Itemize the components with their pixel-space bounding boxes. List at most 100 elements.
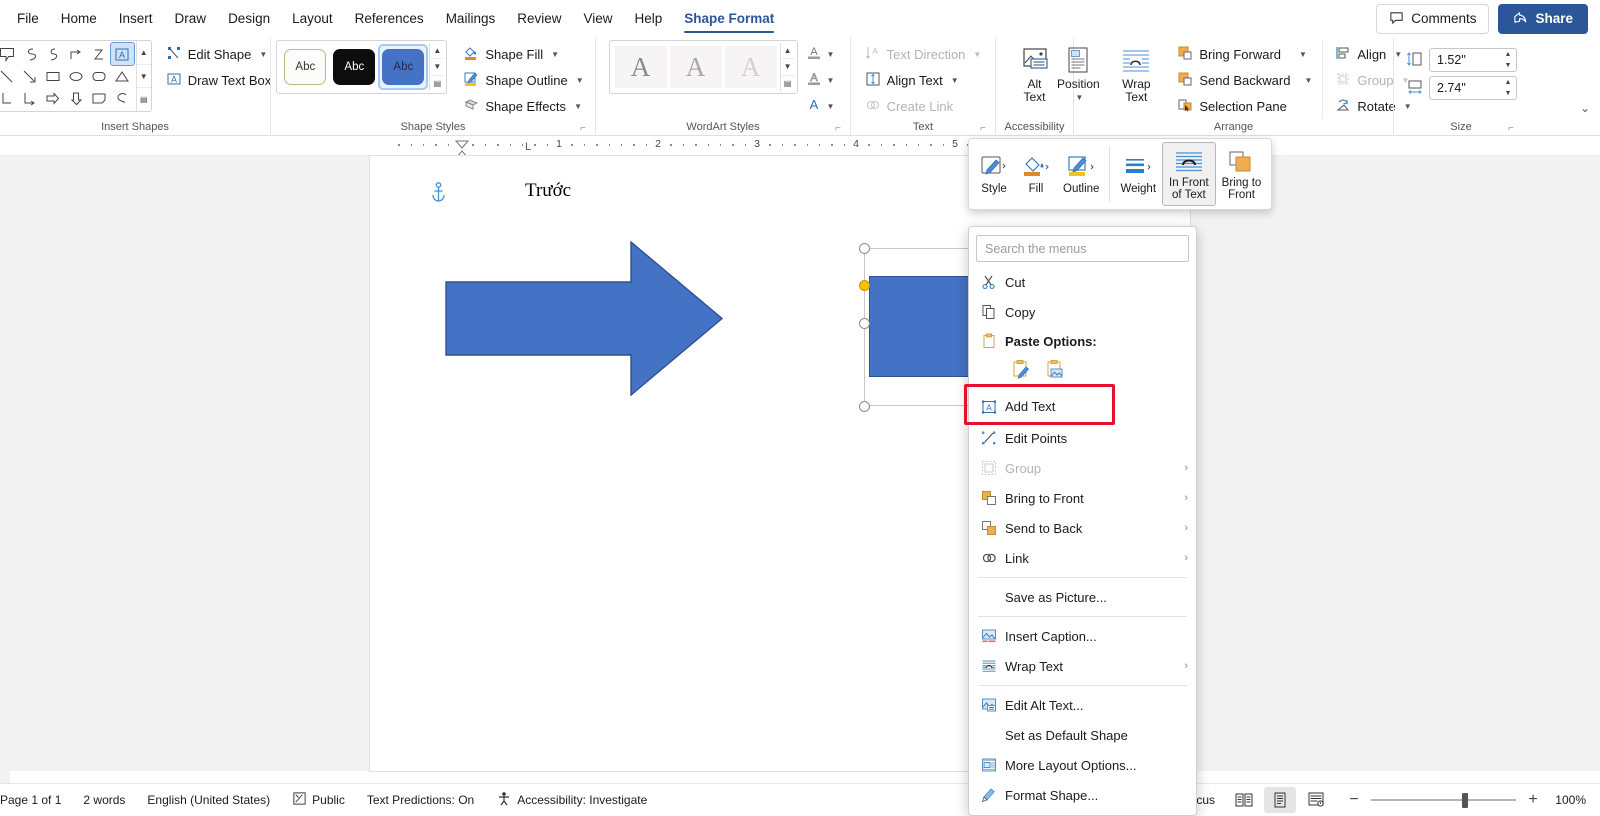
shape-callout-icon[interactable] <box>0 43 19 65</box>
paste-keep-source-formatting-icon[interactable] <box>1009 357 1033 384</box>
shape-arrow-line-icon[interactable] <box>19 65 42 87</box>
shape-styles-gallery[interactable]: Abc Abc Abc ▲ ▼ ▤ <box>276 40 448 94</box>
document-heading-text[interactable]: Trước <box>525 180 571 202</box>
shapes-gallery-scroll[interactable]: ▲ ▼ ▤ <box>135 41 151 111</box>
context-menu-item-copy[interactable]: Copy <box>969 297 1196 327</box>
shapes-gallery-more-icon[interactable]: ▤ <box>136 87 151 111</box>
shape-text-box-icon[interactable]: A <box>109 42 135 66</box>
context-menu-item-insert-caption[interactable]: Insert Caption... <box>969 621 1196 651</box>
shapes-scroll-down-icon[interactable]: ▼ <box>136 63 151 88</box>
ribbon-collapse-button[interactable]: ⌄ <box>1580 101 1590 115</box>
shape-triangle-icon[interactable] <box>111 65 134 87</box>
web-layout-button[interactable] <box>1300 787 1332 813</box>
shape-fill-button[interactable]: Shape Fill ▼ <box>457 42 589 67</box>
mini-toolbar-fill-button[interactable]: Fill <box>1015 142 1057 206</box>
zoom-in-button[interactable]: + <box>1525 791 1541 809</box>
status-accessibility[interactable]: Accessibility: Investigate <box>485 784 658 816</box>
tab-home[interactable]: Home <box>50 5 108 32</box>
shape-styles-dialog-launcher[interactable]: ⌐ <box>580 123 591 134</box>
shape-style-thumb-3-selected[interactable]: Abc <box>378 44 429 90</box>
context-menu-item-format-shape[interactable]: Format Shape... <box>969 780 1196 810</box>
shape-adjustment-handle[interactable] <box>859 280 870 291</box>
context-menu-item-link[interactable]: Link › <box>969 543 1196 573</box>
zoom-out-button[interactable]: − <box>1346 791 1362 809</box>
tab-view[interactable]: View <box>572 5 623 32</box>
wordart-thumb-3[interactable]: A <box>724 46 777 88</box>
text-outline-button[interactable]: A ▼ <box>803 68 838 92</box>
search-the-menus-input[interactable]: Search the menus <box>976 235 1189 262</box>
status-sensitivity[interactable]: Public <box>281 784 356 816</box>
wordart-scroll-down-icon[interactable]: ▼ <box>780 58 795 74</box>
horizontal-ruler[interactable]: 1 2 3 4 5 L <box>0 136 1600 159</box>
mini-toolbar-outline-button[interactable]: Outline <box>1057 142 1105 206</box>
shape-curve-icon[interactable] <box>19 43 42 65</box>
edit-shape-button[interactable]: Edit Shape ▼ <box>160 42 278 67</box>
shape-height-spinner[interactable]: ▲ ▼ <box>1500 49 1516 71</box>
wrap-text-button[interactable]: Wrap Text <box>1107 40 1165 108</box>
shape-outline-button[interactable]: Shape Outline ▼ <box>457 68 589 93</box>
shape-styles-scroll-down-icon[interactable]: ▼ <box>430 58 445 74</box>
wordart-dialog-launcher[interactable]: ⌐ <box>835 123 846 134</box>
context-menu-item-add-text[interactable]: A Add Text <box>969 390 1196 423</box>
wordart-thumb-1[interactable]: A <box>614 46 667 88</box>
shape-rounded-rect-icon[interactable] <box>88 65 111 87</box>
mini-toolbar-weight-button[interactable]: Weight <box>1114 142 1162 206</box>
shape-scribble-icon[interactable] <box>88 43 111 65</box>
context-menu-item-edit-alt-text[interactable]: Edit Alt Text... <box>969 690 1196 720</box>
shape-style-thumb-2[interactable]: Abc <box>331 46 377 88</box>
zoom-slider[interactable] <box>1371 792 1516 808</box>
text-direction-button[interactable]: A Text Direction ▼ <box>859 42 988 67</box>
shape-connector-arrow-icon[interactable] <box>19 87 42 109</box>
shape-styles-scroll-up-icon[interactable]: ▲ <box>430 43 444 58</box>
selection-handle-top-left[interactable] <box>859 243 870 254</box>
shape-effects-button[interactable]: Shape Effects ▼ <box>457 94 589 119</box>
wordart-more-icon[interactable]: ▤ <box>780 74 795 91</box>
wordart-styles-scroll[interactable]: ▲ ▼ ▤ <box>779 43 795 91</box>
tab-stop-marker[interactable]: L <box>525 141 531 153</box>
shapes-gallery[interactable]: A ▲ ▼ ▤ <box>0 40 152 112</box>
shape-styles-more-icon[interactable]: ▤ <box>430 74 445 91</box>
shape-oval-icon[interactable] <box>65 65 88 87</box>
context-menu-item-group[interactable]: Group › <box>969 453 1196 483</box>
context-menu-item-send-to-back[interactable]: Send to Back › <box>969 513 1196 543</box>
shape-rectangle-icon[interactable] <box>42 65 65 87</box>
shape-right-arrow-icon[interactable] <box>42 87 65 109</box>
zoom-level-label[interactable]: 100% <box>1550 793 1586 807</box>
selection-handle-middle-left[interactable] <box>859 318 870 329</box>
shape-folded-corner-icon[interactable] <box>88 87 111 109</box>
context-menu-item-wrap-text[interactable]: Wrap Text › <box>969 651 1196 681</box>
shape-height-input[interactable]: 1.52" ▲ ▼ <box>1429 48 1517 72</box>
shape-line-icon[interactable] <box>0 65 19 87</box>
text-dialog-launcher[interactable]: ⌐ <box>980 123 991 134</box>
wordart-scroll-up-icon[interactable]: ▲ <box>781 43 795 58</box>
shape-styles-scroll[interactable]: ▲ ▼ ▤ <box>429 43 445 91</box>
tab-mailings[interactable]: Mailings <box>435 5 507 32</box>
shape-freeform-icon[interactable] <box>111 87 134 109</box>
shape-down-arrow-icon[interactable] <box>65 87 88 109</box>
send-backward-button[interactable]: Send Backward ▼ <box>1171 68 1318 93</box>
selection-handle-bottom-left[interactable] <box>859 401 870 412</box>
shape-connector-elbow-icon[interactable] <box>0 87 19 109</box>
mini-toolbar-in-front-of-text-button[interactable]: In Front of Text <box>1162 142 1216 206</box>
context-menu-item-cut[interactable]: Cut <box>969 267 1196 297</box>
status-page-number[interactable]: Page 1 of 1 <box>0 784 72 816</box>
context-menu-item-bring-to-front[interactable]: Bring to Front › <box>969 483 1196 513</box>
status-text-predictions[interactable]: Text Predictions: On <box>356 784 485 816</box>
status-language[interactable]: English (United States) <box>136 784 281 816</box>
paste-picture-icon[interactable] <box>1043 357 1067 384</box>
tab-file[interactable]: File <box>6 5 50 32</box>
shapes-scroll-up-icon[interactable]: ▲ <box>137 41 151 64</box>
height-down-icon[interactable]: ▼ <box>1500 60 1516 71</box>
tab-shape-format[interactable]: Shape Format <box>673 5 785 33</box>
width-down-icon[interactable]: ▼ <box>1500 88 1516 99</box>
align-text-button[interactable]: Align Text ▼ <box>859 68 988 93</box>
text-effects-button[interactable]: A ▼ <box>803 94 838 118</box>
context-menu-item-edit-points[interactable]: Edit Points <box>969 423 1196 453</box>
tab-help[interactable]: Help <box>624 5 674 32</box>
comments-button[interactable]: Comments <box>1376 3 1490 34</box>
selection-pane-button[interactable]: Selection Pane <box>1171 94 1318 119</box>
mini-toolbar-bring-to-front-button[interactable]: Bring to Front <box>1216 142 1268 206</box>
shape-width-spinner[interactable]: ▲ ▼ <box>1500 77 1516 99</box>
share-button[interactable]: Share <box>1498 3 1588 34</box>
shape-width-input[interactable]: 2.74" ▲ ▼ <box>1429 76 1517 100</box>
